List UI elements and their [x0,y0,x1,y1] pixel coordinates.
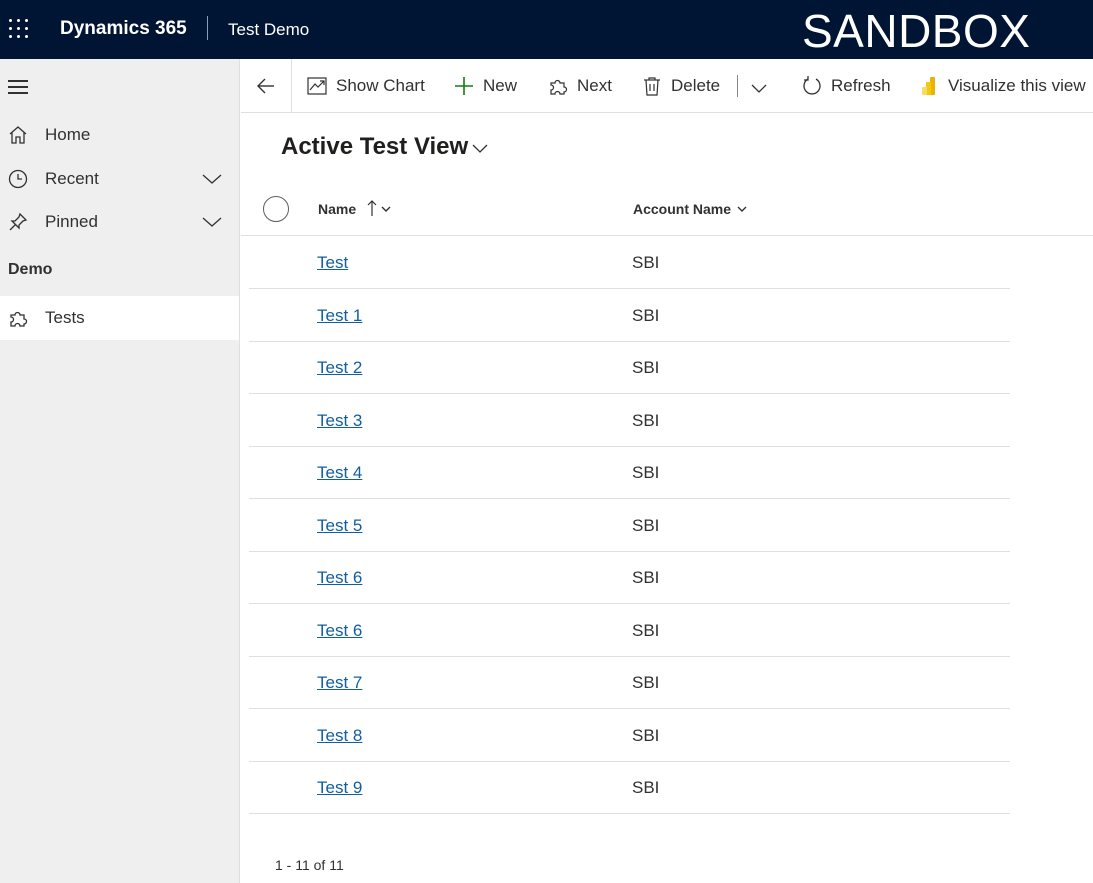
table-row[interactable]: Test 1 SBI [249,289,1010,342]
record-name-link[interactable]: Test 2 [317,358,362,378]
table-row[interactable]: Test 8 SBI [249,709,1010,762]
command-bar: Show Chart New Next Delete Refresh Visua… [241,59,1093,113]
account-name-cell: SBI [632,568,660,587]
refresh-button[interactable]: Refresh [801,73,891,99]
back-arrow-icon[interactable] [255,75,277,97]
sidebar-item-label: Tests [45,308,85,327]
refresh-icon [803,76,821,95]
account-name-cell: SBI [632,358,660,377]
account-name-cell: SBI [632,411,660,430]
account-name-cell: SBI [632,673,660,692]
environment-label: SANDBOX [802,5,1031,57]
record-name-link[interactable]: Test 6 [317,568,362,588]
view-selector-title[interactable]: Active Test View [281,133,468,161]
record-name-link[interactable]: Test 4 [317,463,362,483]
trash-icon [644,77,660,96]
table-row[interactable]: Test 4 SBI [249,446,1010,499]
chevron-down-icon[interactable] [736,203,748,215]
home-icon [9,126,27,144]
header-divider [207,16,208,40]
app-module-name[interactable]: Test Demo [228,20,309,40]
next-label: Next [577,76,612,95]
table-row[interactable]: Test 7 SBI [249,656,1010,709]
chevron-down-icon[interactable] [201,168,223,190]
show-chart-button[interactable]: Show Chart [306,73,425,99]
sort-ascending-icon[interactable] [365,198,379,218]
record-name-link[interactable]: Test 7 [317,673,362,693]
pin-icon [9,212,28,231]
command-split-divider [737,75,738,97]
next-button[interactable]: Next [547,73,612,99]
new-button[interactable]: New [453,73,517,99]
command-divider [291,59,292,113]
record-name-link[interactable]: Test 9 [317,778,362,798]
chevron-down-icon[interactable] [750,79,768,97]
select-all-checkbox[interactable] [263,196,289,222]
table-row[interactable]: Test 6 SBI [249,551,1010,604]
table-row[interactable]: Test SBI [249,236,1010,289]
sidebar-item-tests[interactable]: Tests [0,296,239,340]
top-bar: Dynamics 365 Test Demo SANDBOX [0,0,1093,59]
plus-icon [455,77,473,95]
waffle-icon[interactable] [9,19,30,40]
new-label: New [483,76,518,95]
chevron-down-icon[interactable] [471,139,489,157]
sidebar-item-pinned[interactable]: Pinned [0,200,239,244]
account-name-cell: SBI [632,463,660,482]
account-name-cell: SBI [632,516,660,535]
table-row[interactable]: Test 6 SBI [249,604,1010,657]
account-name-cell: SBI [632,778,660,797]
puzzle-icon [10,311,28,327]
visualize-view-label: Visualize this view [948,76,1086,95]
chevron-down-icon[interactable] [380,203,392,215]
sidebar: Home Recent Pinned Demo Tests [0,59,240,883]
record-name-link[interactable]: Test 1 [317,306,362,326]
powerbi-icon [922,77,935,95]
visualize-view-button[interactable]: Visualize this view [918,73,1086,99]
table-row[interactable]: Test 9 SBI [249,761,1010,814]
account-name-cell: SBI [632,306,660,325]
table-row[interactable]: Test 5 SBI [249,499,1010,552]
sidebar-item-recent[interactable]: Recent [0,157,239,201]
account-name-cell: SBI [632,621,660,640]
sidebar-item-label: Recent [45,169,99,188]
record-count: 1 - 11 of 11 [275,857,344,873]
account-name-cell: SBI [632,253,660,272]
column-header-name[interactable]: Name [318,201,356,217]
app-name[interactable]: Dynamics 365 [60,18,187,40]
record-name-link[interactable]: Test 6 [317,621,362,641]
show-chart-label: Show Chart [336,76,425,95]
sidebar-item-home[interactable]: Home [0,113,239,157]
column-header-account-name[interactable]: Account Name [633,201,731,217]
clock-icon [8,169,28,189]
chart-icon [307,77,327,95]
sidebar-item-label: Pinned [45,212,98,231]
account-name-cell: SBI [632,726,660,745]
delete-button[interactable]: Delete [641,73,720,99]
record-name-link[interactable]: Test 8 [317,726,362,746]
puzzle-icon [550,79,568,95]
record-name-link[interactable]: Test 5 [317,516,362,536]
refresh-label: Refresh [831,76,891,95]
table-row[interactable]: Test 2 SBI [249,341,1010,394]
hamburger-icon[interactable] [8,80,28,94]
sidebar-item-label: Home [45,125,91,144]
table-row[interactable]: Test 3 SBI [249,394,1010,447]
delete-label: Delete [671,76,721,95]
sidebar-group-label: Demo [8,261,53,278]
record-name-link[interactable]: Test [317,253,348,273]
record-name-link[interactable]: Test 3 [317,411,362,431]
grid-header: Name Account Name [241,183,1093,236]
chevron-down-icon[interactable] [201,211,223,233]
